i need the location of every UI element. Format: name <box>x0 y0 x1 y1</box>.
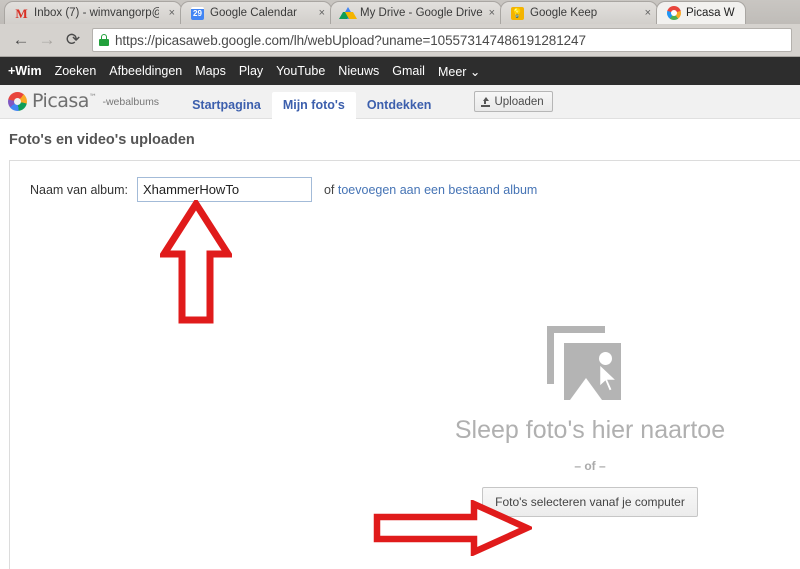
close-icon[interactable]: × <box>169 7 175 19</box>
keep-icon: 💡 <box>510 6 525 21</box>
browser-tab-keep[interactable]: 💡 Google Keep × <box>500 1 658 24</box>
google-navigation-bar: +Wim Zoeken Afbeeldingen Maps Play YouTu… <box>0 57 800 85</box>
upload-button-label: Uploaden <box>494 95 544 108</box>
drive-icon <box>338 6 357 21</box>
calendar-icon-day: 29 <box>191 6 204 20</box>
browser-tab-picasa[interactable]: Picasa W <box>656 1 746 24</box>
picasa-tabs: Startpagina Mijn foto's Ontdekken <box>181 85 442 119</box>
trademark-mark: ™ <box>88 92 97 102</box>
existing-album-link[interactable]: toevoegen aan een bestaand album <box>338 183 537 197</box>
gbar-item-gmail[interactable]: Gmail <box>392 64 425 78</box>
browser-tab-drive[interactable]: My Drive - Google Drive × <box>330 1 502 24</box>
gbar-item-meer[interactable]: Meer ⌄ <box>438 64 480 79</box>
lock-icon <box>99 34 109 46</box>
gbar-item-plus-wim[interactable]: +Wim <box>8 64 42 78</box>
gbar-item-youtube[interactable]: YouTube <box>276 64 325 78</box>
gbar-item-afbeeldingen[interactable]: Afbeeldingen <box>109 64 182 78</box>
dropzone-text: Sleep foto's hier naartoe <box>454 416 726 444</box>
gbar-item-nieuws[interactable]: Nieuws <box>338 64 379 78</box>
tab-title: Google Calendar <box>210 7 297 19</box>
close-icon[interactable]: × <box>645 7 651 19</box>
gbar-item-zoeken[interactable]: Zoeken <box>55 64 97 78</box>
address-bar[interactable]: https://picasaweb.google.com/lh/webUploa… <box>92 28 792 52</box>
keep-icon-glyph: 💡 <box>511 6 524 20</box>
photo-stack-cursor-icon <box>547 326 633 406</box>
gbar-item-maps[interactable]: Maps <box>195 64 226 78</box>
picasa-subtitle: -webalbums <box>102 95 160 108</box>
browser-tab-calendar[interactable]: 29 Google Calendar × <box>180 1 332 24</box>
forward-button[interactable]: → <box>34 27 60 53</box>
browser-tab-gmail[interactable]: M Inbox (7) - wimvangorp@ × <box>4 1 182 24</box>
existing-album-prefix: of <box>323 182 338 197</box>
browser-tab-strip: M Inbox (7) - wimvangorp@ × 29 Google Ca… <box>0 0 800 24</box>
album-name-input[interactable] <box>136 177 312 202</box>
dropzone-icon-wrap <box>390 326 790 406</box>
tab-ontdekken[interactable]: Ontdekken <box>356 92 443 119</box>
upload-panel: Naam van album: of toevoegen aan een bes… <box>9 160 800 569</box>
close-icon[interactable]: × <box>489 7 495 19</box>
tab-title: Google Keep <box>530 7 598 19</box>
gbar-item-play[interactable]: Play <box>239 64 263 78</box>
dropzone-or-separator: – of – <box>574 459 606 473</box>
tab-mijn-fotos[interactable]: Mijn foto's <box>271 91 356 119</box>
tab-title: Picasa W <box>686 7 735 19</box>
mouse-cursor-icon <box>599 363 621 395</box>
gmail-icon: M <box>15 5 28 21</box>
browser-chrome: M Inbox (7) - wimvangorp@ × 29 Google Ca… <box>0 0 800 57</box>
calendar-icon: 29 <box>190 6 205 21</box>
address-bar-url: https://picasaweb.google.com/lh/webUploa… <box>115 32 586 48</box>
select-photos-button[interactable]: Foto's selecteren vanaf je computer <box>482 487 698 517</box>
picasa-shutter-icon <box>8 92 27 111</box>
upload-button[interactable]: Uploaden <box>474 91 553 112</box>
picasa-logo[interactable]: Picasa™ -webalbums <box>8 92 159 111</box>
picasa-header: Picasa™ -webalbums Startpagina Mijn foto… <box>0 85 800 119</box>
existing-album-text: of toevoegen aan een bestaand album <box>324 183 537 197</box>
page-title: Foto's en video's uploaden <box>9 132 195 148</box>
tab-title: My Drive - Google Drive <box>360 7 483 19</box>
picasa-icon <box>666 6 681 21</box>
picasa-wordmark: Picasa™ <box>32 90 97 112</box>
tab-startpagina[interactable]: Startpagina <box>181 92 272 119</box>
close-icon[interactable]: × <box>319 7 325 19</box>
browser-toolbar: ← → ⟳ https://picasaweb.google.com/lh/we… <box>0 24 800 57</box>
dropzone[interactable]: Sleep foto's hier naartoe – of – Foto's … <box>390 326 790 517</box>
back-button[interactable]: ← <box>8 27 34 53</box>
album-name-label: Naam van album: <box>30 182 128 197</box>
picasa-wordmark-text: Picasa <box>32 90 89 112</box>
tab-title: Inbox (7) - wimvangorp@ <box>34 7 159 19</box>
upload-icon <box>481 96 491 107</box>
album-name-row: Naam van album: of toevoegen aan een bes… <box>30 177 537 202</box>
reload-button[interactable]: ⟳ <box>60 27 86 53</box>
